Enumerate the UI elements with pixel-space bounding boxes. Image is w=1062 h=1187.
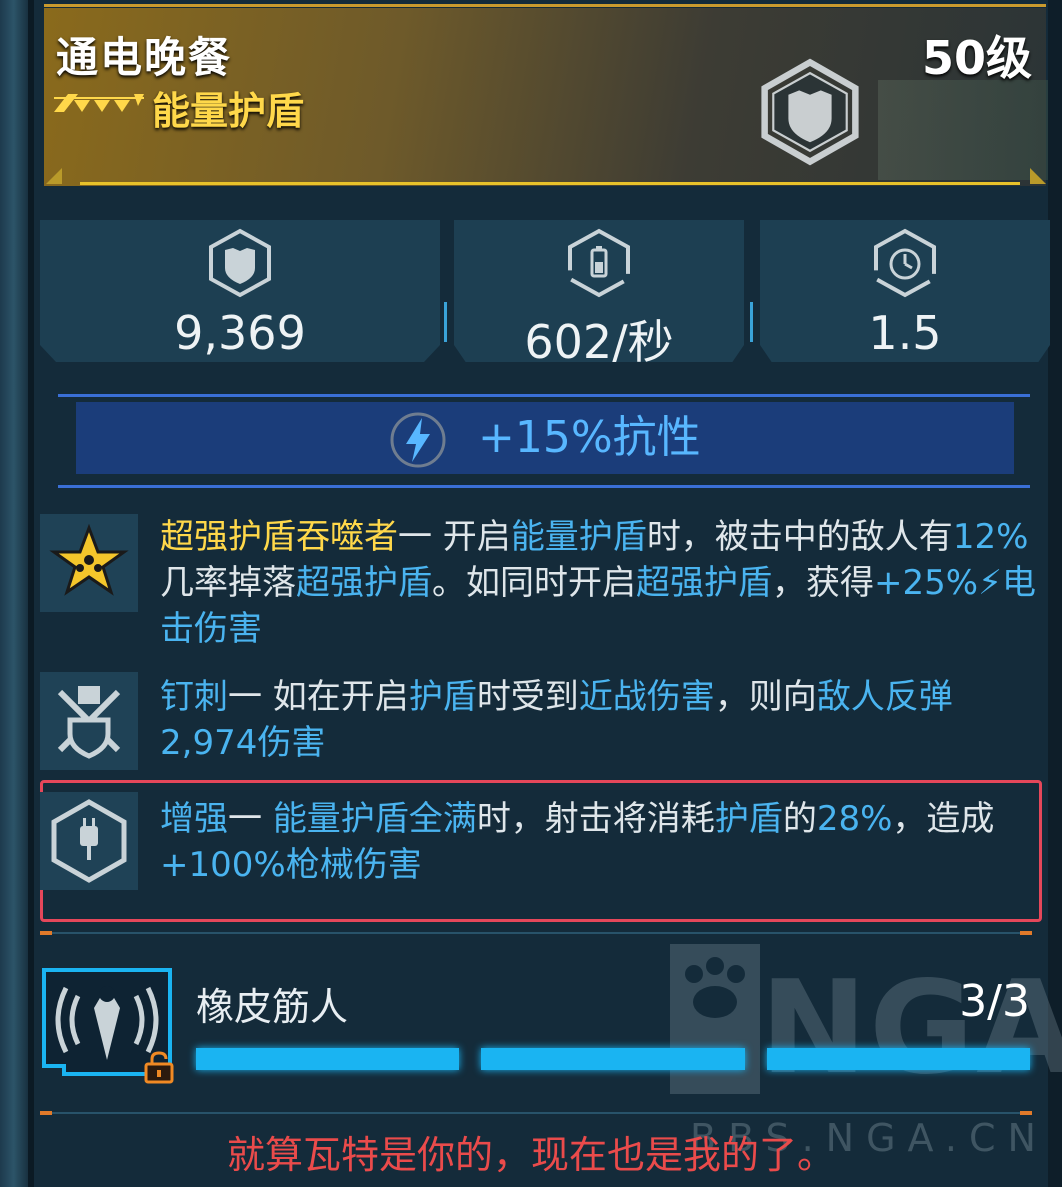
header-bottom-line [80,182,1020,185]
stat-capacity: 9,369 [40,220,440,362]
perk-text-segment: 敌人反弹 [816,677,953,717]
perk-text-segment: ，获得 [772,563,874,603]
shield-capacity-icon [209,228,271,298]
resistance-text: +15%抗性 [478,412,701,463]
perk-text-segment: 枪械伤害 [285,845,422,885]
lock-icon [144,1051,174,1084]
header-corner-left [46,168,62,184]
perk-text-segment: 近战伤害 [578,677,715,717]
stat-recharge-delay: 1.5 [760,220,1050,362]
perk-text-segment: 时，射击将消耗 [476,799,715,839]
section-divider [40,1111,1032,1115]
perk-text-segment: ⚡ [978,563,1002,603]
perk-text-segment: 28% [816,799,893,839]
perk-text-segment: 超强护盾 [296,563,432,603]
perk-description: 钉刺一 如在开启护盾时受到近战伤害，则向敌人反弹 2,974伤害 [160,674,1040,766]
perk-text-segment: 时受到 [476,677,579,717]
spike-shield-icon [40,672,138,770]
header-top-line [44,4,1046,7]
stat-divider [750,302,753,342]
perk-text-segment: +25% [874,563,979,603]
perk-text-segment: 增强 [160,799,228,839]
perk-text-segment: 12% [952,517,1029,557]
perk-description: 增强一 能量护盾全满时，射击将消耗护盾的28%，造成 +100%枪械伤害 [160,796,1040,888]
perk-text-segment: 几率掉落 [160,563,296,603]
recharge-rate-icon [568,228,630,298]
item-level: 50级 [921,31,1032,85]
stat-value: 1.5 [868,306,942,360]
manufacturer-progress-segment [196,1048,460,1070]
perk-text-segment: ，造成 [892,799,995,839]
perk-text-segment: 超强护盾吞噬者 [160,517,398,557]
manufacturer-progress-segment [766,1048,1030,1070]
stat-divider [444,302,447,342]
perk-text-segment: 能量护盾 [510,517,647,557]
perk-text-segment: 钉刺 [160,677,228,717]
amp-shield-icon [40,792,138,890]
star-badge-icon [40,514,138,612]
stat-recharge-rate: 602/秒 [454,220,744,362]
perk-text-segment: 护盾 [408,677,477,717]
perk-text-segment: ，则向 [714,677,817,717]
perk-text-segment: 。如同时开启 [432,563,636,603]
perk-text-segment: 一 开启 [398,517,511,557]
manufacturer-count: 3/3 [959,976,1030,1027]
perk-text-segment: 一 [228,799,273,839]
manufacturer-progress-segment [481,1048,745,1070]
perk-description: 超强护盾吞噬者一 开启能量护盾时，被击中的敌人有12%几率掉落超强护盾。如同时开… [160,514,1040,652]
perk-text-segment: 能量护盾全满 [272,799,477,839]
item-name: 通电晚餐 [56,33,233,82]
perk-text-segment: 一 如在开启 [228,677,409,717]
manufacturer-name: 橡皮筋人 [196,985,349,1029]
rarity-chevrons-icon [54,94,144,112]
left-edge-decor [0,0,34,1187]
stat-value: 9,369 [174,306,306,360]
shock-icon [390,412,446,468]
perk-text-segment: 的 [782,799,817,839]
section-divider [40,931,1032,935]
header-background-art [878,80,1048,180]
header-corner-right [1030,168,1046,184]
shield-type-icon [761,58,859,166]
perk-text-segment: 护盾 [714,799,783,839]
recharge-delay-icon [874,228,936,298]
perk-text-segment: 超强护盾 [636,563,772,603]
item-type: 能量护盾 [152,89,305,133]
perk-text-segment: 2,974伤害 [160,723,326,763]
perk-text-segment: +100% [160,845,286,885]
perk-text-segment: 时，被击中的敌人有 [646,517,953,557]
flavor-text: 就算瓦特是你的，现在也是我的了。 [226,1133,835,1177]
